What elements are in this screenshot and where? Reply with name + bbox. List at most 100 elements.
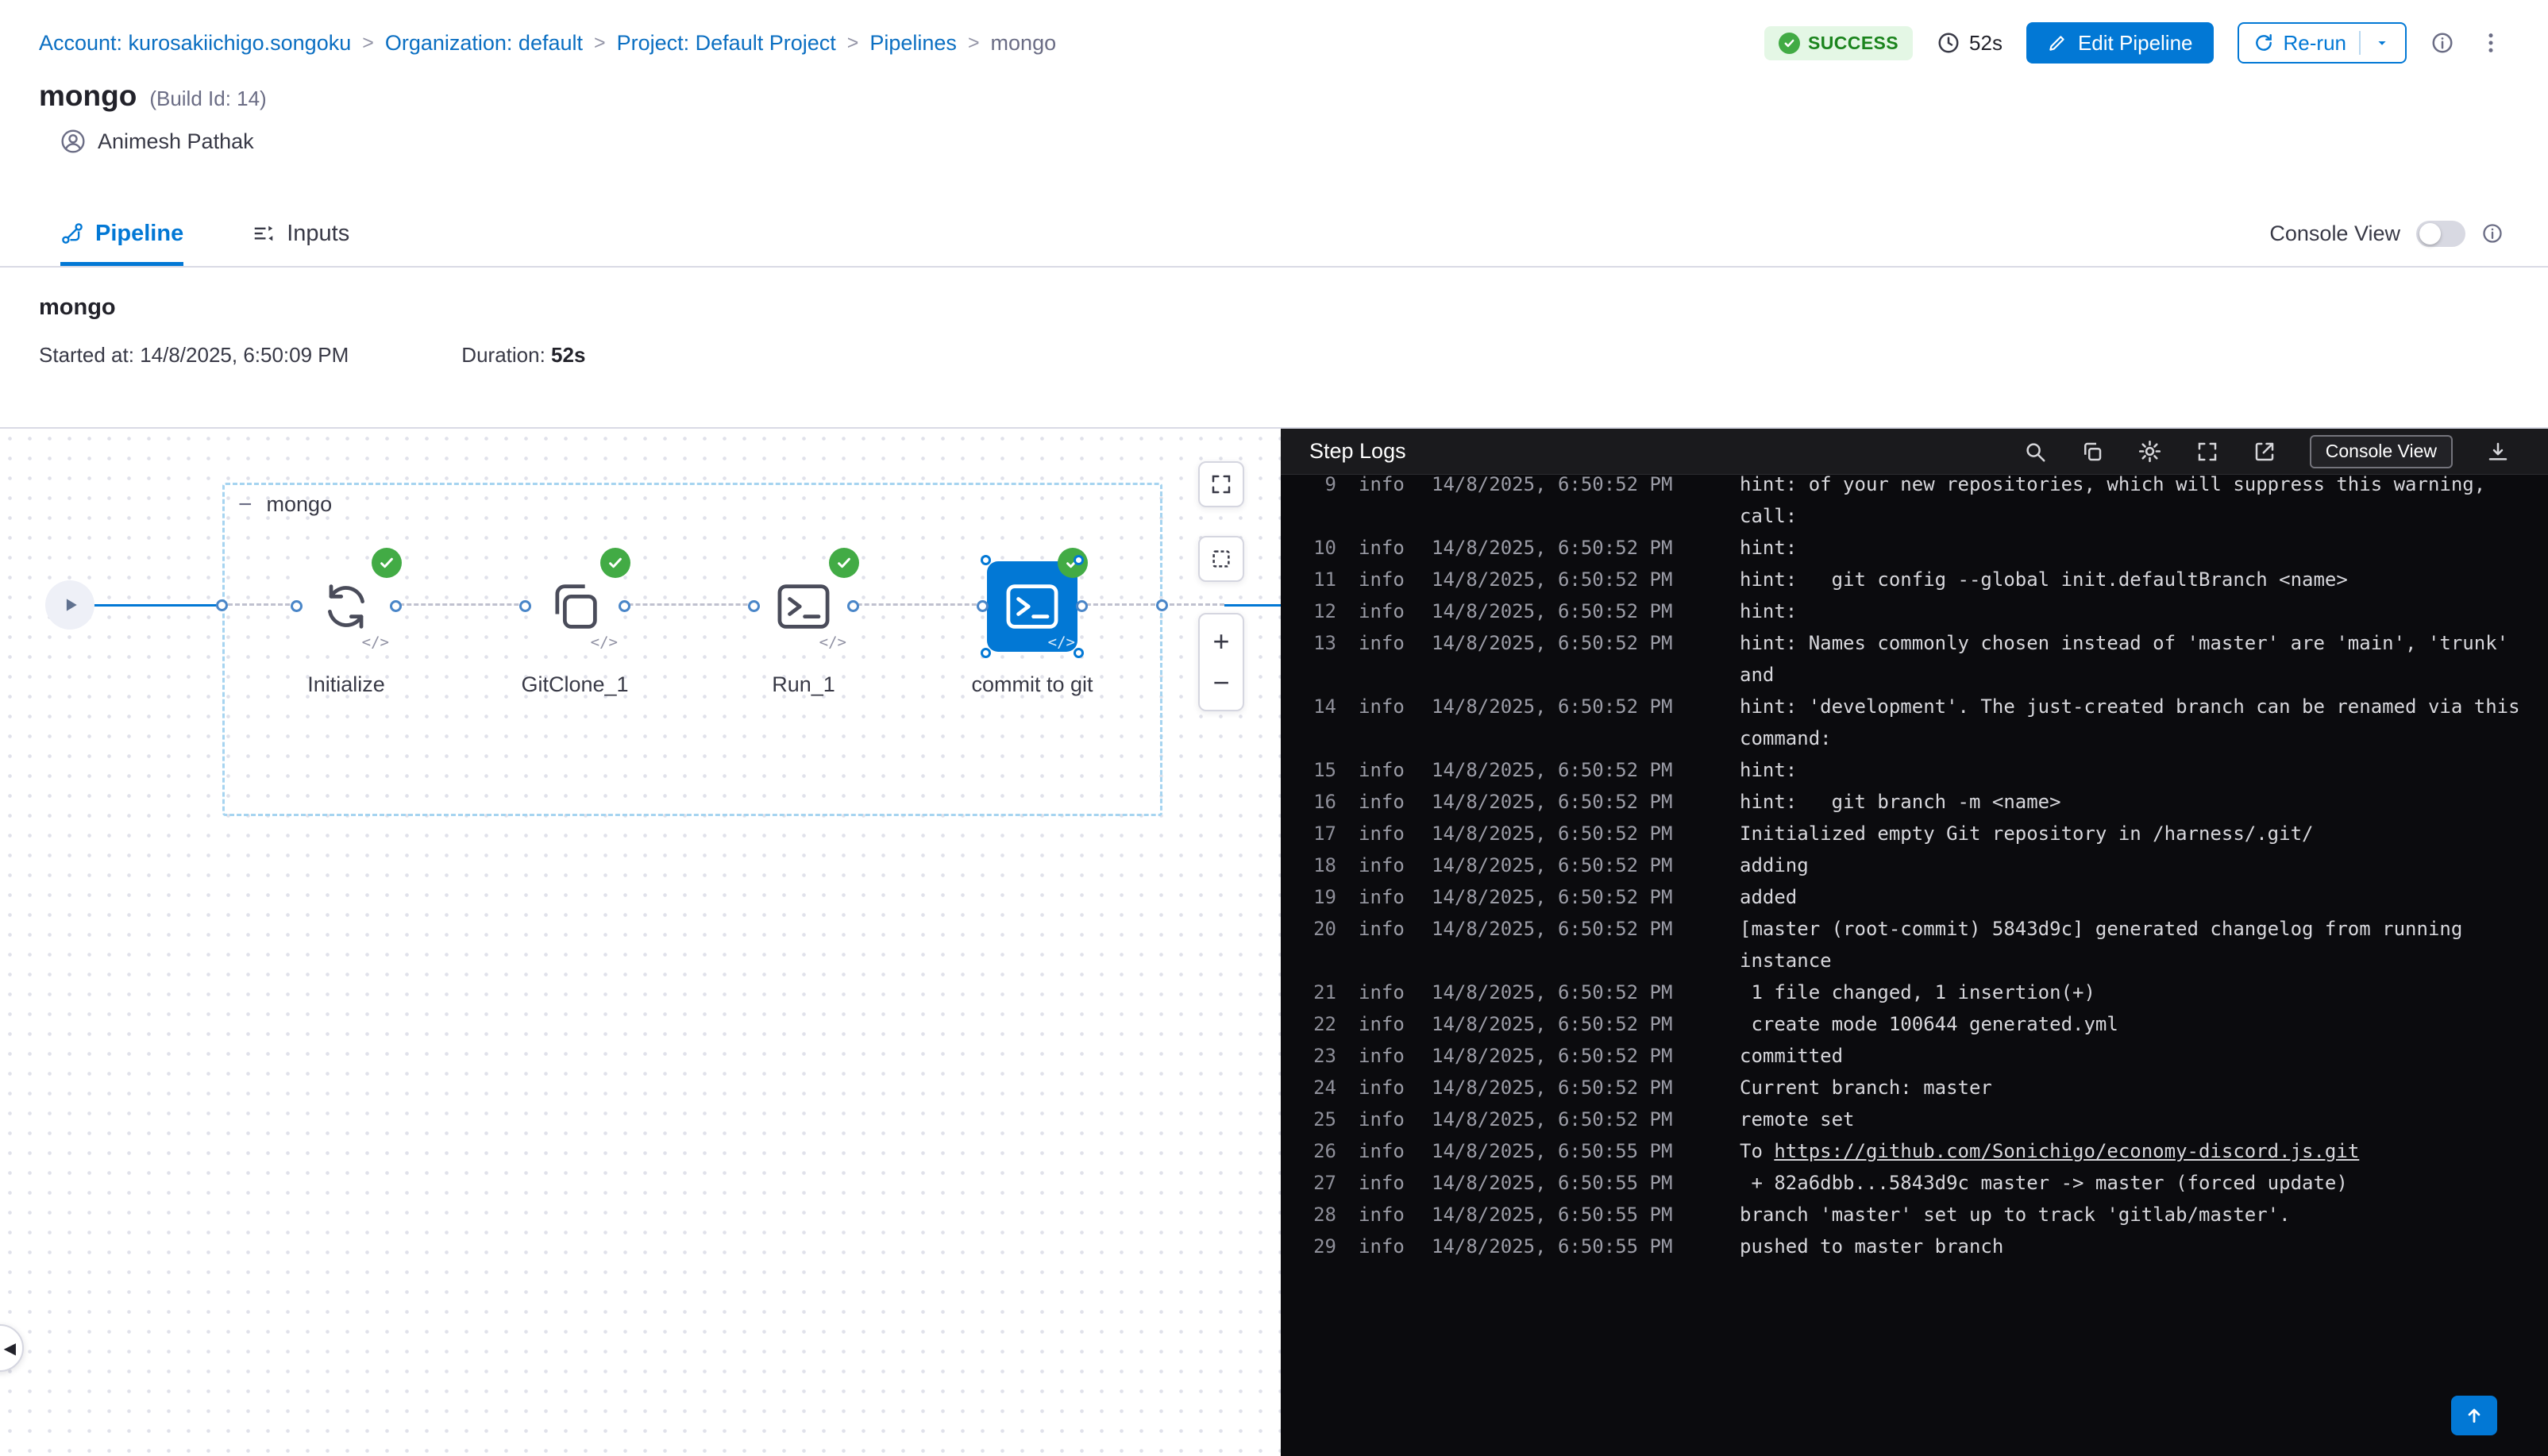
node-port-right[interactable] bbox=[1076, 600, 1088, 612]
node-port-left[interactable] bbox=[977, 600, 989, 612]
node-port-left[interactable] bbox=[291, 600, 303, 612]
log-line-number: 17 bbox=[1300, 818, 1336, 849]
kebab-menu-icon[interactable] bbox=[2478, 30, 2504, 56]
log-timestamp: 14/8/2025, 6:50:52 PM bbox=[1432, 1072, 1679, 1104]
code-icon: </> bbox=[819, 634, 846, 651]
panel-collapse-handle[interactable]: ◀ bbox=[0, 1324, 24, 1372]
tab-pipeline[interactable]: Pipeline bbox=[60, 201, 183, 266]
node-box[interactable]: </> bbox=[530, 561, 620, 652]
duration-info: Duration: 52s bbox=[461, 343, 585, 368]
log-link[interactable]: https://github.com/Sonichigo/economy-dis… bbox=[1774, 1140, 2359, 1162]
info-icon[interactable] bbox=[2430, 31, 2454, 55]
log-timestamp: 14/8/2025, 6:50:52 PM bbox=[1432, 913, 1679, 945]
breadcrumb-link[interactable]: Account: kurosakiichigo.songoku bbox=[39, 31, 351, 56]
stage-port[interactable] bbox=[216, 599, 228, 611]
step-logs-panel: Step Logs bbox=[1281, 429, 2548, 1456]
zoom-in-button[interactable]: + bbox=[1212, 627, 1229, 656]
breadcrumb-separator: > bbox=[594, 32, 606, 55]
run-name: mongo bbox=[39, 295, 2548, 321]
log-message: hint: of your new repositories, which wi… bbox=[1740, 475, 2534, 532]
selection-handle[interactable] bbox=[981, 555, 991, 565]
log-line-number: 28 bbox=[1300, 1199, 1336, 1231]
tab-bar: Pipeline Inputs Console View bbox=[0, 201, 2548, 268]
log-line-number: 29 bbox=[1300, 1231, 1336, 1262]
pipeline-execution-page: Account: kurosakiichigo.songoku > Organiza… bbox=[0, 0, 2548, 1456]
selection-handle[interactable] bbox=[1074, 648, 1084, 658]
console-view-toggle[interactable] bbox=[2416, 221, 2465, 247]
scroll-to-top-button[interactable] bbox=[2451, 1396, 2497, 1435]
log-message: added bbox=[1740, 881, 2534, 913]
button-divider bbox=[2359, 31, 2361, 55]
log-message: Initialized empty Git repository in /har… bbox=[1740, 818, 2534, 849]
terminal-icon bbox=[773, 576, 834, 637]
pipeline-start-node[interactable] bbox=[45, 580, 94, 630]
expand-icon[interactable] bbox=[2195, 440, 2219, 464]
collapse-stage-icon[interactable]: − bbox=[238, 493, 252, 517]
log-row: 11info14/8/2025, 6:50:52 PMhint: git con… bbox=[1300, 564, 2548, 595]
search-icon[interactable] bbox=[2023, 440, 2047, 464]
log-line-number: 21 bbox=[1300, 976, 1336, 1008]
canvas-fullscreen-button[interactable] bbox=[1198, 461, 1244, 507]
node-box[interactable]: </> bbox=[758, 561, 849, 652]
breadcrumb-link[interactable]: Pipelines bbox=[869, 31, 957, 56]
log-row: 9info14/8/2025, 6:50:52 PMhint: of your … bbox=[1300, 475, 2548, 532]
arrow-up-icon bbox=[2464, 1405, 2484, 1426]
console-view-button[interactable]: Console View bbox=[2310, 435, 2453, 468]
settings-gear-icon[interactable] bbox=[2137, 439, 2162, 464]
chevron-down-icon bbox=[2373, 34, 2391, 52]
log-row: 22info14/8/2025, 6:50:52 PM create mode … bbox=[1300, 1008, 2548, 1040]
node-port-right[interactable] bbox=[619, 600, 630, 612]
stage-port[interactable] bbox=[1156, 599, 1168, 611]
node-box[interactable]: </> bbox=[987, 561, 1077, 652]
pipeline-node[interactable]: </>Initialize bbox=[301, 561, 391, 652]
log-timestamp: 14/8/2025, 6:50:52 PM bbox=[1432, 754, 1679, 786]
pipeline-canvas[interactable]: − mongo </>Initialize </>GitClone_1 </>Run… bbox=[0, 429, 1281, 1456]
log-timestamp: 14/8/2025, 6:50:52 PM bbox=[1432, 849, 1679, 881]
log-message: 1 file changed, 1 insertion(+) bbox=[1740, 976, 2534, 1008]
download-icon[interactable] bbox=[2486, 440, 2510, 464]
log-row: 26info14/8/2025, 6:50:55 PMTo https://gi… bbox=[1300, 1135, 2548, 1167]
log-message: adding bbox=[1740, 849, 2534, 881]
pencil-icon bbox=[2047, 33, 2068, 53]
build-id: (Build Id: 14) bbox=[149, 87, 266, 111]
log-body[interactable]: 9 info 14/8/2025, 6:50:52 PM hint: of your … bbox=[1281, 475, 2548, 1456]
edit-pipeline-button[interactable]: Edit Pipeline bbox=[2026, 22, 2214, 64]
log-message: Current branch: master bbox=[1740, 1072, 2534, 1104]
pipeline-node[interactable]: </>Run_1 bbox=[758, 561, 849, 652]
node-port-left[interactable] bbox=[519, 600, 531, 612]
external-link-icon[interactable] bbox=[2253, 440, 2276, 464]
started-at: Started at: 14/8/2025, 6:50:09 PM bbox=[39, 343, 349, 368]
log-timestamp: 14/8/2025, 6:50:52 PM bbox=[1432, 691, 1679, 722]
breadcrumb-link[interactable]: Project: Default Project bbox=[617, 31, 836, 56]
rerun-button[interactable]: Re-run bbox=[2238, 22, 2407, 64]
left-triangle-icon: ◀ bbox=[4, 1339, 16, 1358]
selection-handle[interactable] bbox=[981, 648, 991, 658]
log-row: 25info14/8/2025, 6:50:52 PMremote set bbox=[1300, 1104, 2548, 1135]
log-row: 29info14/8/2025, 6:50:55 PMpushed to mas… bbox=[1300, 1231, 2548, 1262]
log-line-number: 19 bbox=[1300, 881, 1336, 913]
node-port-left[interactable] bbox=[748, 600, 760, 612]
log-line-number: 9 bbox=[1300, 475, 1336, 500]
info-icon[interactable] bbox=[2481, 222, 2504, 245]
log-row: 24info14/8/2025, 6:50:52 PMCurrent branc… bbox=[1300, 1072, 2548, 1104]
play-icon bbox=[59, 594, 81, 616]
refresh-icon bbox=[2253, 33, 2274, 53]
node-port-right[interactable] bbox=[847, 600, 859, 612]
pipeline-node[interactable]: </>GitClone_1 bbox=[530, 561, 620, 652]
connector-line-active bbox=[1224, 604, 1281, 607]
author-name: Animesh Pathak bbox=[98, 129, 254, 154]
tab-inputs[interactable]: Inputs bbox=[252, 201, 349, 266]
log-level: info bbox=[1359, 532, 1408, 564]
copy-icon[interactable] bbox=[2080, 440, 2104, 464]
selection-mode-button[interactable] bbox=[1198, 536, 1244, 582]
log-timestamp: 14/8/2025, 6:50:52 PM bbox=[1432, 1104, 1679, 1135]
node-box[interactable]: </> bbox=[301, 561, 391, 652]
pipeline-node[interactable]: </>commit to git bbox=[987, 561, 1077, 652]
log-level: info bbox=[1359, 564, 1408, 595]
zoom-out-button[interactable]: − bbox=[1212, 668, 1229, 697]
breadcrumb-link[interactable]: Organization: default bbox=[385, 31, 583, 56]
selection-handle[interactable] bbox=[1074, 555, 1084, 565]
log-level: info bbox=[1359, 691, 1408, 722]
stage-header: − mongo bbox=[238, 492, 332, 517]
node-port-right[interactable] bbox=[390, 600, 402, 612]
